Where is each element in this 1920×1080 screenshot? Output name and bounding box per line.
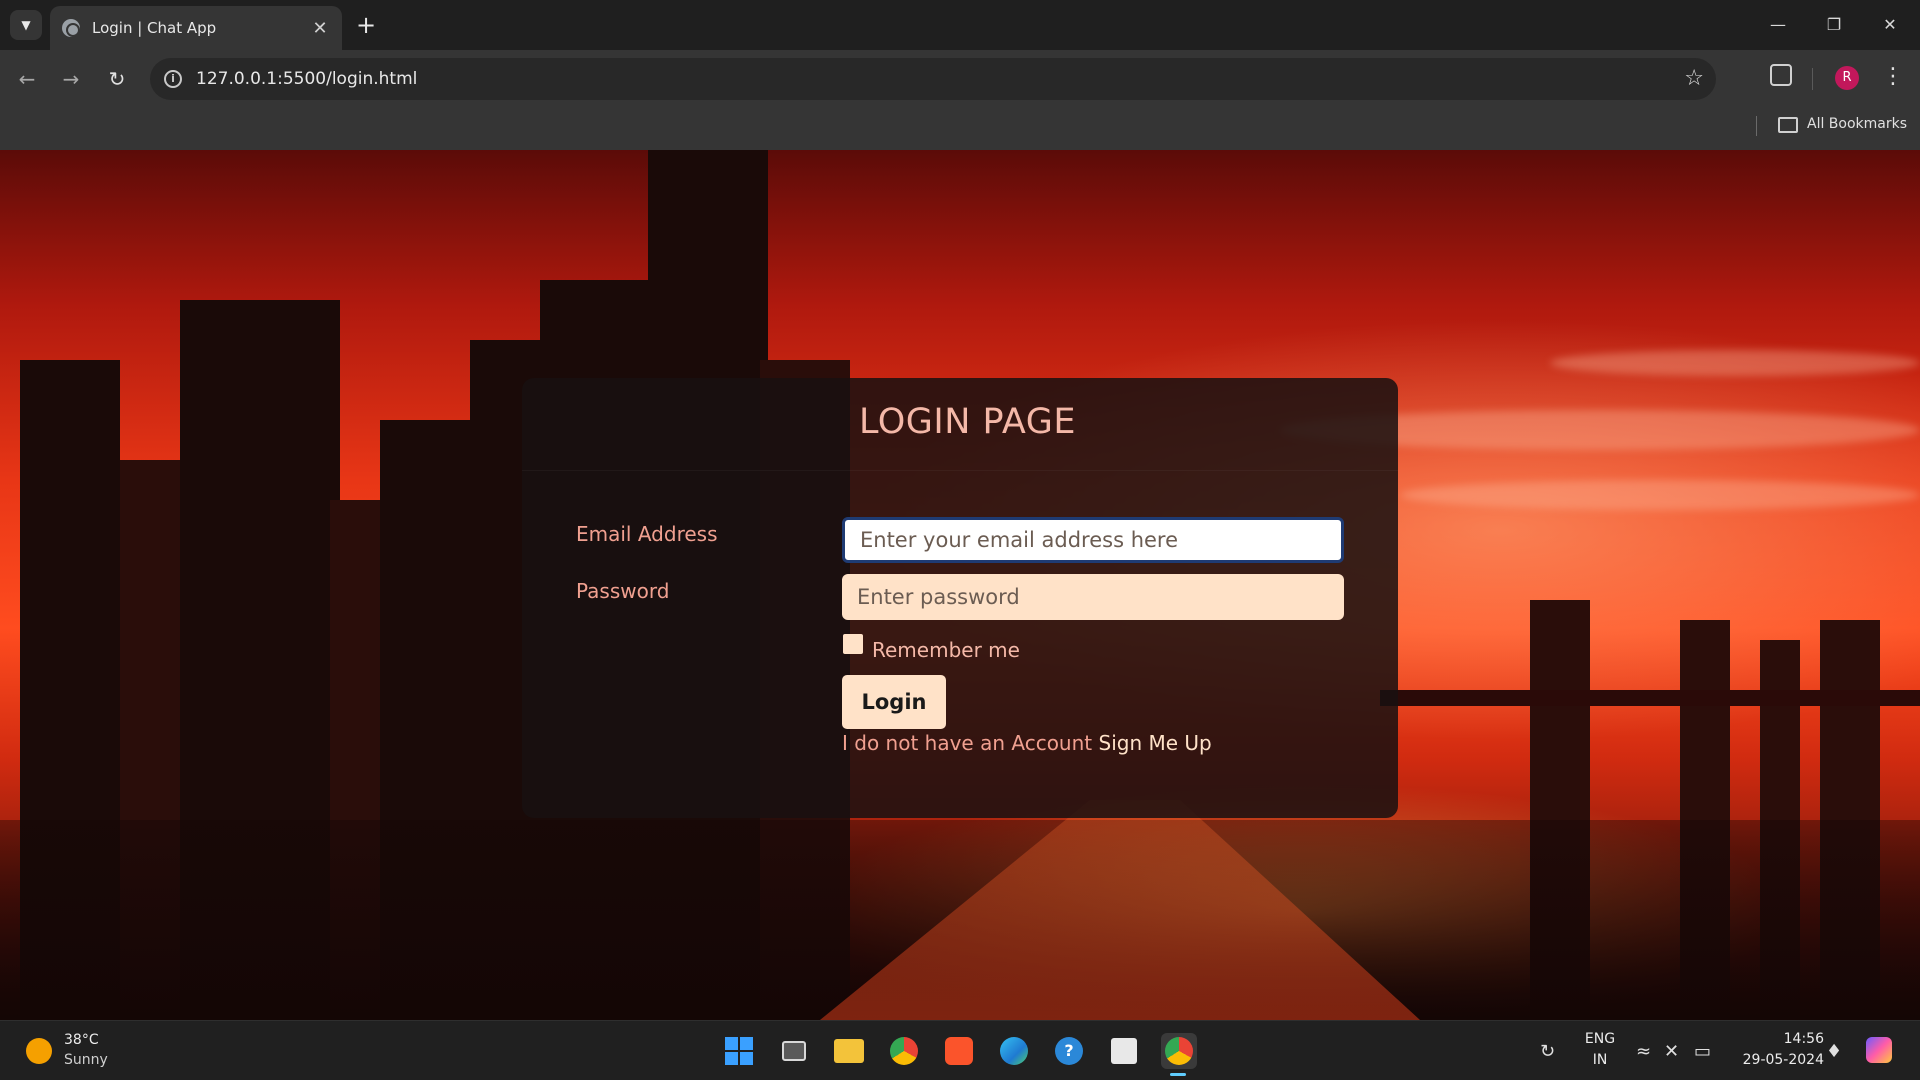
windows-taskbar: 38°C Sunny ? ↻ ENG IN ≈ ✕ ▭ 14:56 29-05-…	[0, 1020, 1920, 1080]
volume-muted-icon[interactable]: ✕	[1664, 1041, 1679, 1062]
site-info-icon[interactable]: i	[164, 70, 182, 88]
help-icon[interactable]: ?	[1051, 1033, 1087, 1069]
clock-date[interactable]: 29-05-2024	[1734, 1052, 1824, 1068]
sign-up-link[interactable]: Sign Me Up	[1099, 731, 1212, 755]
login-button[interactable]: Login	[842, 675, 946, 729]
page-title: LOGIN PAGE	[859, 402, 1076, 442]
browser-titlebar: ▼ Login | Chat App ✕ + — ❐ ✕	[0, 0, 1920, 50]
remember-me-checkbox[interactable]	[843, 634, 863, 654]
remember-me-label: Remember me	[872, 638, 1020, 662]
sun-icon[interactable]	[26, 1038, 52, 1064]
bookmarks-divider	[1756, 116, 1757, 136]
weather-temperature[interactable]: 38°C	[64, 1032, 99, 1048]
chevron-down-icon: ▼	[21, 18, 31, 32]
password-input[interactable]	[842, 574, 1344, 620]
url-text: 127.0.0.1:5500/login.html	[196, 69, 418, 89]
back-button[interactable]: ←	[12, 64, 42, 94]
window-close-button[interactable]: ✕	[1870, 10, 1910, 40]
browser-toolbar: ← → ↻ i 127.0.0.1:5500/login.html ☆	[0, 50, 1920, 108]
close-icon[interactable]: ✕	[310, 18, 330, 39]
toolbar-divider	[1812, 68, 1813, 90]
file-explorer-icon[interactable]	[831, 1033, 867, 1069]
folder-icon	[1778, 117, 1798, 133]
copilot-icon[interactable]	[1866, 1037, 1892, 1063]
email-input[interactable]	[842, 517, 1344, 563]
tab-search-button[interactable]: ▼	[10, 10, 42, 40]
sync-icon[interactable]: ↻	[1540, 1041, 1555, 1062]
profile-avatar[interactable]: R	[1835, 66, 1859, 90]
task-view-icon[interactable]	[776, 1033, 812, 1069]
email-label: Email Address	[576, 522, 718, 546]
password-label: Password	[576, 579, 670, 603]
start-icon[interactable]	[721, 1033, 757, 1069]
chrome-profile-icon[interactable]	[1161, 1033, 1197, 1069]
signup-prompt-text: I do not have an Account	[842, 731, 1093, 755]
page-viewport: LOGIN PAGE Email Address Password Rememb…	[0, 150, 1920, 1020]
bridge-silhouette	[1380, 690, 1920, 706]
reload-button[interactable]: ↻	[102, 64, 132, 94]
signup-prompt-row: I do not have an Account Sign Me Up	[842, 731, 1212, 755]
notification-bell-icon[interactable]: ♦	[1826, 1041, 1842, 1062]
language-indicator[interactable]: ENG	[1582, 1031, 1618, 1047]
chrome-icon[interactable]	[886, 1033, 922, 1069]
card-divider	[522, 470, 1398, 471]
globe-icon	[62, 19, 80, 37]
store-icon[interactable]	[1106, 1033, 1142, 1069]
minimize-button[interactable]: —	[1758, 10, 1798, 40]
forward-button[interactable]: →	[56, 64, 86, 94]
restore-button[interactable]: ❐	[1814, 10, 1854, 40]
cloud-streak	[1400, 480, 1920, 510]
bookmarks-bar: All Bookmarks	[0, 108, 1920, 150]
tab-title: Login | Chat App	[92, 19, 217, 37]
region-indicator[interactable]: IN	[1582, 1052, 1618, 1068]
edge-icon[interactable]	[996, 1033, 1032, 1069]
new-tab-button[interactable]: +	[352, 12, 380, 40]
active-app-indicator	[1170, 1073, 1186, 1076]
browser-tab-active[interactable]: Login | Chat App ✕	[50, 6, 342, 50]
cloud-streak	[1550, 350, 1920, 376]
weather-description[interactable]: Sunny	[64, 1052, 108, 1068]
browser-menu-icon[interactable]: ⋮	[1882, 62, 1904, 92]
battery-icon[interactable]: ▭	[1694, 1041, 1711, 1062]
extensions-icon[interactable]	[1770, 64, 1792, 86]
all-bookmarks-button[interactable]: All Bookmarks	[1807, 116, 1907, 132]
brave-icon[interactable]	[941, 1033, 977, 1069]
wifi-icon[interactable]: ≈	[1636, 1041, 1651, 1062]
address-bar[interactable]: i 127.0.0.1:5500/login.html ☆	[150, 58, 1716, 100]
bookmark-star-icon[interactable]: ☆	[1684, 66, 1704, 91]
clock-time[interactable]: 14:56	[1734, 1031, 1824, 1047]
